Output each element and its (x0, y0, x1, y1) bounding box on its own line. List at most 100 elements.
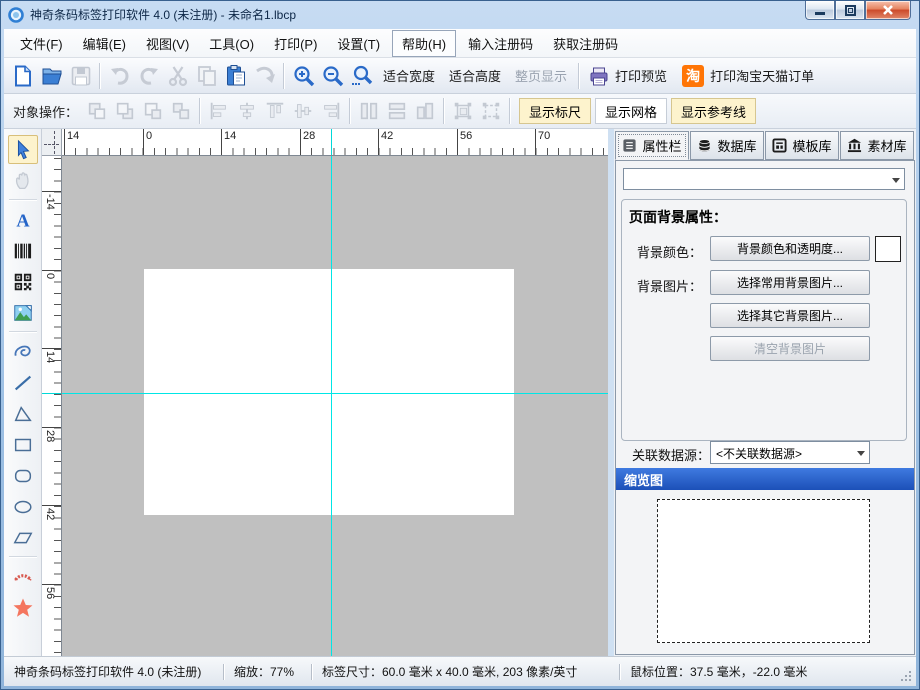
bg-color-label: 背景颜色： (637, 242, 702, 261)
app-window: 神奇条码标签打印软件 4.0 (未注册) - 未命名1.lbcp 文件(F) 编… (0, 0, 920, 690)
show-grid-toggle[interactable]: 显示网格 (595, 98, 667, 124)
ruler-corner[interactable] (42, 129, 62, 156)
object-toolbar: 对象操作： 显示标尺 显示网格 显示参考线 (4, 94, 916, 129)
barcode-tool[interactable] (8, 236, 38, 265)
align-top-button[interactable] (261, 98, 289, 124)
v-ruler-label: 14 (44, 351, 56, 363)
qrcode-tool[interactable] (8, 267, 38, 296)
v-ruler-label: 56 (44, 587, 56, 599)
arc-text-tool[interactable] (8, 562, 38, 591)
bg-color-button[interactable]: 背景颜色和透明度... (710, 236, 870, 261)
h-ruler-label: 14 (224, 130, 236, 142)
send-to-back-button[interactable] (167, 98, 195, 124)
horizontal-ruler[interactable]: 14 0 14 28 42 56 70 (62, 129, 608, 156)
triangle-icon (12, 403, 34, 425)
menu-print[interactable]: 打印(P) (264, 30, 327, 57)
send-backward-button[interactable] (111, 98, 139, 124)
print-taobao-button[interactable]: 打印淘宝天猫订单 (708, 66, 821, 85)
undo-button[interactable] (105, 62, 134, 90)
save-icon (69, 64, 93, 88)
tab-materials[interactable]: 素材库 (840, 131, 914, 160)
align-center-vertical-button[interactable] (289, 98, 317, 124)
bg-image-clear-button[interactable]: 清空背景图片 (710, 336, 870, 361)
fit-width-button[interactable]: 适合宽度 (376, 66, 442, 85)
same-width-button[interactable] (355, 98, 383, 124)
select-tool[interactable] (8, 135, 38, 164)
menu-settings[interactable]: 设置(T) (327, 30, 390, 57)
parallelogram-tool[interactable] (8, 523, 38, 552)
menu-get-regcode[interactable]: 获取注册码 (543, 30, 628, 57)
star-icon (11, 596, 35, 620)
data-source-value: <不关联数据源> (716, 445, 851, 462)
group-button[interactable] (449, 98, 477, 124)
tool-palette: A (4, 129, 42, 656)
menu-help[interactable]: 帮助(H) (392, 30, 456, 57)
vertical-ruler[interactable]: -14 0 14 28 42 56 (42, 156, 62, 656)
image-tool[interactable] (8, 298, 38, 327)
ellipse-tool[interactable] (8, 492, 38, 521)
align-center-horizontal-button[interactable] (233, 98, 261, 124)
rectangle-tool[interactable] (8, 430, 38, 459)
menu-tools[interactable]: 工具(O) (199, 30, 264, 57)
ungroup-button[interactable] (477, 98, 505, 124)
bank-icon (847, 138, 862, 153)
cut-button[interactable] (163, 62, 192, 90)
rounded-rectangle-tool[interactable] (8, 461, 38, 490)
show-ruler-toggle[interactable]: 显示标尺 (519, 98, 591, 124)
redo-button[interactable] (134, 62, 163, 90)
text-tool[interactable]: A (8, 205, 38, 234)
triangle-tool[interactable] (8, 399, 38, 428)
vertical-ruler-ticks (54, 158, 61, 656)
star-tool[interactable] (8, 593, 38, 622)
line-tool[interactable] (8, 368, 38, 397)
zoom-in-button[interactable] (289, 62, 318, 90)
bg-image-other-button[interactable]: 选择其它背景图片... (710, 303, 870, 328)
menu-view[interactable]: 视图(V) (136, 30, 199, 57)
fit-height-button[interactable]: 适合高度 (442, 66, 508, 85)
menu-file[interactable]: 文件(F) (10, 30, 73, 57)
h-ruler-label: 56 (460, 130, 472, 142)
delete-button[interactable] (250, 62, 279, 90)
show-guides-toggle[interactable]: 显示参考线 (671, 98, 756, 124)
object-selector-combobox[interactable] (623, 168, 905, 190)
text-A-icon: A (12, 209, 34, 231)
bg-image-common-button[interactable]: 选择常用背景图片... (710, 270, 870, 295)
tab-properties[interactable]: 属性栏 (615, 131, 689, 160)
align-right-button[interactable] (317, 98, 345, 124)
copy-button[interactable] (192, 62, 221, 90)
same-height-button[interactable] (383, 98, 411, 124)
vertical-guide-line[interactable] (331, 156, 332, 656)
window-content: 文件(F) 编辑(E) 视图(V) 工具(O) 打印(P) 设置(T) 帮助(H… (4, 29, 916, 686)
thumbnail-title: 缩览图 (624, 470, 663, 489)
menu-edit[interactable]: 编辑(E) (73, 30, 136, 57)
curve-tool[interactable] (8, 337, 38, 366)
page-background-group: 页面背景属性： 背景颜色： 背景颜色和透明度... 背景图片： 选择常用背景图片… (621, 199, 907, 441)
pan-tool[interactable] (8, 166, 38, 195)
close-button[interactable] (865, 1, 911, 20)
v-ruler-label: -14 (44, 194, 56, 210)
tab-database[interactable]: 数据库 (690, 131, 764, 160)
delete-icon (253, 64, 277, 88)
menu-enter-regcode[interactable]: 输入注册码 (458, 30, 543, 57)
bring-to-front-button[interactable] (139, 98, 167, 124)
open-button[interactable] (37, 62, 66, 90)
save-button[interactable] (66, 62, 95, 90)
h-ruler-label: 0 (146, 130, 152, 142)
status-label-size: 标签尺寸：60.0 毫米 x 40.0 毫米, 203 像素/英寸 (322, 663, 610, 680)
align-left-button[interactable] (205, 98, 233, 124)
same-size-button[interactable] (411, 98, 439, 124)
fit-page-button[interactable]: 整页显示 (508, 66, 574, 85)
bring-forward-button[interactable] (83, 98, 111, 124)
horizontal-guide-line[interactable] (62, 393, 608, 394)
zoom-actual-button[interactable] (347, 62, 376, 90)
maximize-button[interactable] (835, 1, 865, 20)
paste-button[interactable] (221, 62, 250, 90)
data-source-select[interactable]: <不关联数据源> (710, 441, 870, 464)
print-preview-button[interactable]: 打印预览 (613, 66, 674, 85)
tab-templates[interactable]: 模板库 (765, 131, 839, 160)
new-document-button[interactable] (8, 62, 37, 90)
design-canvas[interactable] (62, 156, 608, 656)
minimize-button[interactable] (805, 1, 835, 20)
resize-grip[interactable] (900, 670, 913, 683)
zoom-out-button[interactable] (318, 62, 347, 90)
